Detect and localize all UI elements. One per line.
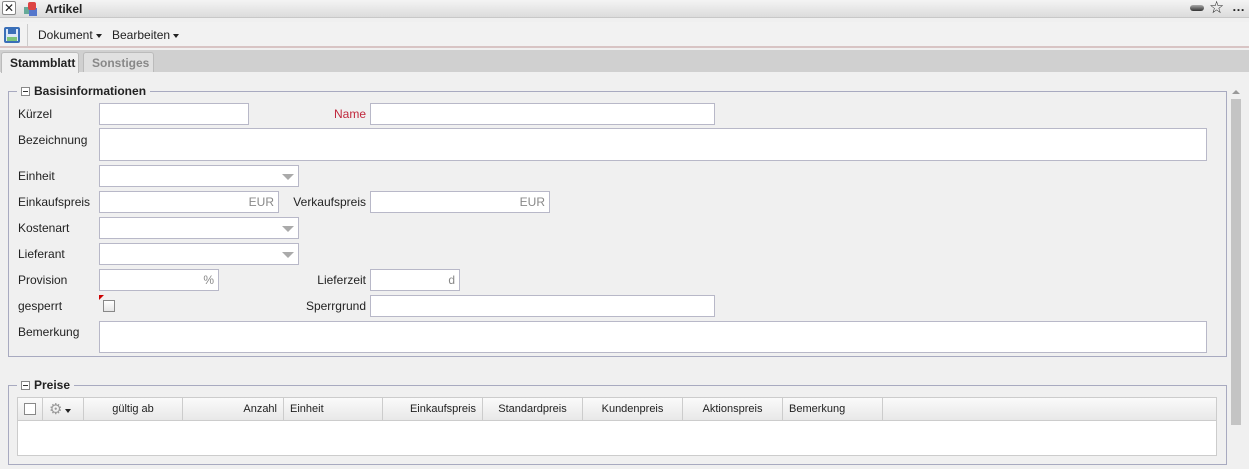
menu-label: Bearbeiten <box>112 28 171 42</box>
menu-bearbeiten[interactable]: Bearbeiten <box>112 28 180 42</box>
einheit-select[interactable] <box>99 165 299 187</box>
unit-label: d <box>448 273 455 287</box>
save-icon[interactable] <box>4 27 20 43</box>
pin-icon[interactable] <box>1190 5 1204 11</box>
bemerkung-label: Bemerkung <box>18 325 80 339</box>
star-icon[interactable]: ☆ <box>1209 0 1224 18</box>
verkaufspreis-input[interactable]: EUR <box>370 191 550 213</box>
legend-label: Basisinformationen <box>34 84 147 98</box>
tab-stammblatt[interactable]: Stammblatt <box>1 52 79 73</box>
tab-sonstiges[interactable]: Sonstiges <box>83 52 154 72</box>
sperrgrund-input[interactable] <box>370 295 715 317</box>
name-label: Name <box>333 107 366 121</box>
dropdown-arrow-icon <box>282 226 294 232</box>
column-header[interactable]: Anzahl <box>183 398 284 421</box>
unit-label: EUR <box>519 195 545 209</box>
preise-grid: ⚙ gültig ab Anzahl Einheit Einkaufspreis… <box>17 397 1217 456</box>
column-header[interactable]: Einheit <box>284 398 383 421</box>
article-icon <box>24 2 38 16</box>
lieferant-select[interactable] <box>99 243 299 265</box>
more-icon[interactable]: … <box>1232 0 1245 14</box>
name-input[interactable] <box>370 103 715 125</box>
kuerzel-label: Kürzel <box>18 107 53 121</box>
lieferant-label: Lieferant <box>18 247 65 261</box>
preise-legend: Preise <box>17 378 75 392</box>
lieferzeit-input[interactable]: d <box>370 269 460 291</box>
unit-label: EUR <box>248 195 274 209</box>
dropdown-arrow-icon <box>282 252 294 258</box>
sperrgrund-label: Sperrgrund <box>305 299 366 313</box>
lieferzeit-label: Lieferzeit <box>317 273 366 287</box>
provision-label: Provision <box>18 273 68 287</box>
tab-bar: Stammblatt Sonstiges <box>0 50 1249 73</box>
collapse-icon[interactable] <box>21 86 30 96</box>
kostenart-select[interactable] <box>99 217 299 239</box>
column-header[interactable]: Bemerkung <box>783 398 883 421</box>
verkaufspreis-label: Verkaufspreis <box>293 195 366 209</box>
column-header[interactable]: Standardpreis <box>483 398 583 421</box>
dropdown-arrow-icon <box>282 174 294 180</box>
collapse-icon[interactable] <box>21 380 30 390</box>
gesperrt-checkbox[interactable] <box>103 300 115 312</box>
scroll-up-arrow-icon[interactable] <box>1232 90 1240 94</box>
basis-legend: Basisinformationen <box>17 84 151 98</box>
bemerkung-textarea[interactable] <box>99 321 1207 353</box>
kostenart-label: Kostenart <box>18 221 70 235</box>
separator <box>27 24 28 46</box>
column-header[interactable]: gültig ab <box>84 398 183 421</box>
provision-input[interactable]: % <box>99 269 219 291</box>
select-all-cell <box>18 398 43 421</box>
column-header[interactable]: Aktionspreis <box>683 398 783 421</box>
gear-icon: ⚙ <box>49 401 63 418</box>
gesperrt-label: gesperrt <box>18 299 63 313</box>
legend-label: Preise <box>34 378 71 392</box>
menu-dokument[interactable]: Dokument <box>38 28 102 42</box>
column-header[interactable]: Kundenpreis <box>583 398 683 421</box>
title-bar: ✕ Artikel ☆ … <box>0 0 1249 18</box>
window-title: Artikel <box>45 2 83 16</box>
kuerzel-input[interactable] <box>99 103 249 125</box>
column-header[interactable]: Einkaufspreis <box>383 398 483 421</box>
einkaufspreis-input[interactable]: EUR <box>99 191 279 213</box>
close-icon[interactable]: ✕ <box>2 1 16 15</box>
bezeichnung-textarea[interactable] <box>99 128 1207 161</box>
toolbar: Dokument Bearbeiten <box>0 22 1249 48</box>
scrollbar-thumb[interactable] <box>1231 99 1241 425</box>
einkaufspreis-label: Einkaufspreis <box>18 195 91 209</box>
select-all-checkbox[interactable] <box>24 403 36 415</box>
vertical-scrollbar[interactable] <box>1230 88 1242 428</box>
grid-settings-button[interactable]: ⚙ <box>43 398 84 421</box>
unit-label: % <box>203 273 214 287</box>
menu-label: Dokument <box>38 28 93 42</box>
grid-header: ⚙ gültig ab Anzahl Einheit Einkaufspreis… <box>18 398 1216 421</box>
bezeichnung-label: Bezeichnung <box>18 133 88 147</box>
einheit-label: Einheit <box>18 169 55 183</box>
